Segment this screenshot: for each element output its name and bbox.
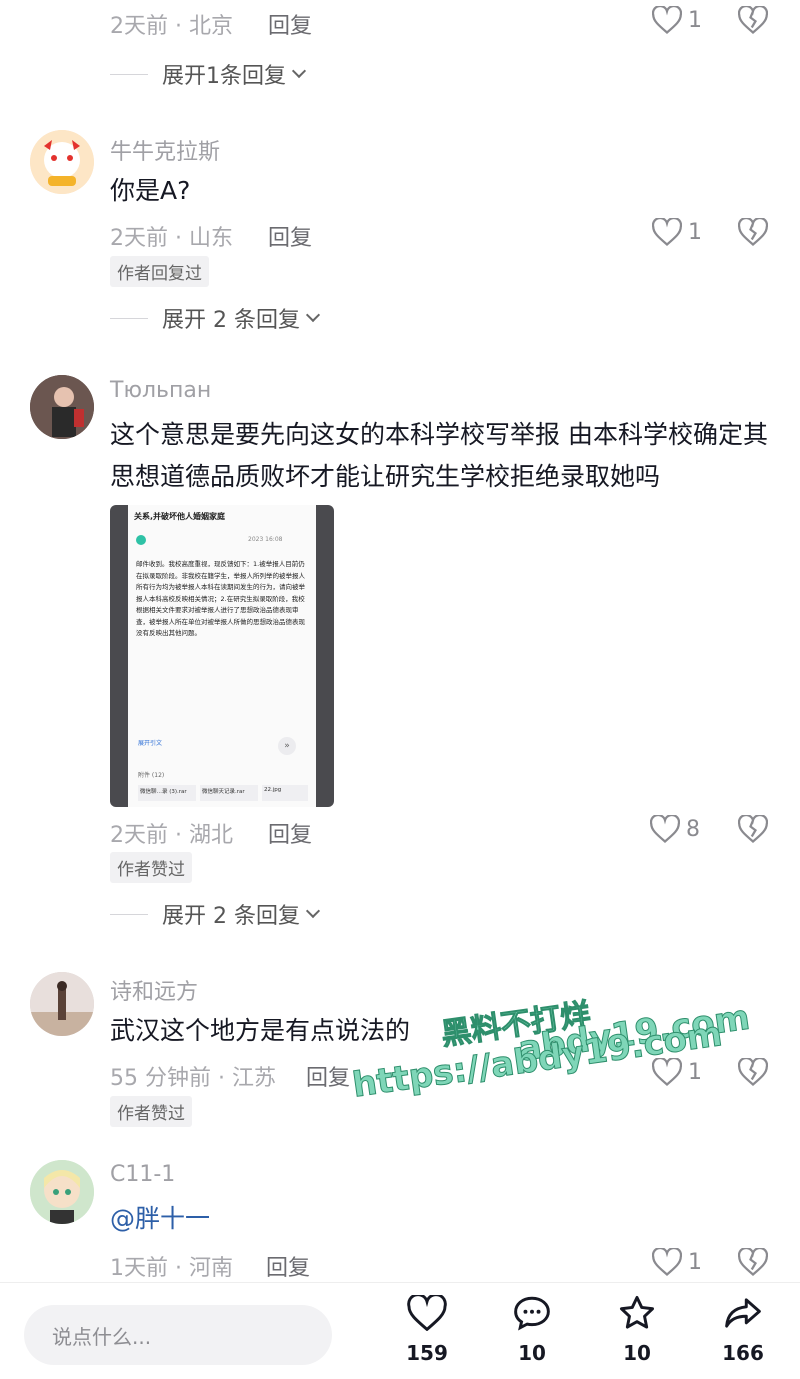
image-expand-quote: 展开引文 [138, 740, 163, 747]
share-button[interactable]: 166 [708, 1295, 778, 1365]
avatar[interactable] [30, 1160, 94, 1224]
image-scroll-down-icon: » [278, 737, 296, 755]
favorite-count: 10 [623, 1341, 651, 1365]
author-replied-badge: 作者回复过 [110, 256, 209, 287]
image-attachment: 微信聊…录 (3).rar [138, 785, 196, 801]
broken-heart-icon [737, 216, 769, 246]
broken-heart-icon [737, 813, 769, 843]
expand-replies[interactable]: 展开 2 条回复 [110, 302, 321, 334]
comment-time: 2天前 · 湖北 [110, 823, 233, 848]
chevron-down-icon [291, 63, 307, 79]
avatar[interactable] [30, 972, 94, 1036]
sender-avatar [136, 535, 146, 545]
expand-label: 展开 2 条回复 [162, 308, 300, 333]
comment-image[interactable]: 关系,并破坏他人婚姻家庭 2023 16:08 邮件收到。我校高度重视，现反馈如… [110, 505, 334, 807]
reply-button[interactable]: 回复 [268, 220, 312, 252]
comment-count: 10 [518, 1341, 546, 1365]
username[interactable]: Тюльпан [110, 378, 211, 403]
like-count: 1 [688, 7, 702, 33]
image-email-date: 2023 16:08 [248, 536, 283, 543]
comment-time: 2天前 · 北京 [110, 14, 233, 39]
chevron-down-icon [305, 903, 321, 919]
avatar-cartoon-icon [30, 130, 94, 194]
expand-label: 展开1条回复 [162, 64, 286, 89]
like-count: 8 [686, 816, 700, 842]
author-liked-badge: 作者赞过 [110, 852, 192, 883]
avatar-anime-icon [30, 1160, 94, 1224]
avatar-photo-icon [30, 375, 94, 439]
heart-icon [652, 6, 682, 34]
comment-text: 这个意思是要先向这女的本科学校写举报 由本科学校确定其思想道德品质败坏才能让研究… [110, 420, 768, 491]
reply-button[interactable]: 回复 [268, 817, 312, 849]
image-attachment: 微信聊天记录.rar [200, 785, 258, 801]
comment-text: 你是A? [110, 176, 191, 205]
dislike-button[interactable] [737, 813, 769, 847]
like-button[interactable]: 1 [652, 6, 702, 34]
image-attach-title: 附件 (12) [138, 772, 165, 779]
image-attachment: 22.jpg [262, 785, 308, 801]
favorite-button[interactable]: 10 [602, 1295, 672, 1365]
comment-bubble-icon [514, 1296, 550, 1331]
username[interactable]: 诗和远方 [110, 974, 198, 1006]
image-email-subject: 关系,并破坏他人婚姻家庭 [134, 512, 226, 521]
broken-heart-icon [737, 1056, 769, 1086]
like-count: 159 [406, 1341, 448, 1365]
like-count: 1 [688, 1249, 702, 1275]
star-icon [619, 1295, 655, 1329]
share-arrow-icon [725, 1298, 761, 1328]
expand-label: 展开 2 条回复 [162, 904, 300, 929]
heart-icon [650, 815, 680, 843]
like-post-button[interactable]: 159 [392, 1293, 462, 1365]
reply-button[interactable]: 回复 [306, 1060, 350, 1092]
mention-link[interactable]: @胖十一 [110, 1198, 210, 1240]
author-liked-badge: 作者赞过 [110, 1096, 192, 1127]
avatar-landscape-icon [30, 972, 94, 1036]
chevron-down-icon [305, 307, 321, 323]
avatar[interactable] [30, 130, 94, 194]
reply-button[interactable]: 回复 [268, 8, 312, 40]
avatar[interactable] [30, 375, 94, 439]
heart-icon [652, 1248, 682, 1276]
dislike-button[interactable] [737, 1056, 769, 1090]
like-count: 1 [688, 1059, 702, 1085]
expand-replies[interactable]: 展开 2 条回复 [110, 898, 321, 930]
image-email-body: 邮件收到。我校高度重视，现反馈如下：1.被举报人目前仍在拟录取阶段。非我校在籍学… [136, 560, 305, 637]
dislike-button[interactable] [737, 1246, 769, 1280]
comment-input[interactable]: 说点什么... [24, 1305, 332, 1365]
comment-time: 1天前 · 河南 [110, 1256, 233, 1281]
comment-text: 武汉这个地方是有点说法的 [110, 1016, 411, 1045]
dislike-button[interactable] [737, 216, 769, 250]
broken-heart-icon [737, 1246, 769, 1276]
comment-time: 55 分钟前 · 江苏 [110, 1066, 276, 1091]
dislike-button[interactable] [737, 4, 769, 38]
heart-icon [652, 218, 682, 246]
like-count: 1 [688, 219, 702, 245]
share-count: 166 [722, 1341, 764, 1365]
bottom-action-bar: 说点什么... 159 10 10 166 [0, 1282, 800, 1379]
like-button[interactable]: 1 [652, 218, 702, 246]
expand-replies[interactable]: 展开1条回复 [110, 58, 307, 90]
broken-heart-icon [737, 4, 769, 34]
heart-icon [407, 1293, 447, 1332]
like-button[interactable]: 1 [652, 1248, 702, 1276]
comment-button[interactable]: 10 [497, 1295, 567, 1365]
username[interactable]: C11-1 [110, 1162, 175, 1187]
like-button[interactable]: 8 [650, 815, 700, 843]
username[interactable]: 牛牛克拉斯 [110, 134, 220, 166]
reply-button[interactable]: 回复 [266, 1250, 310, 1282]
comment-time: 2天前 · 山东 [110, 226, 233, 251]
